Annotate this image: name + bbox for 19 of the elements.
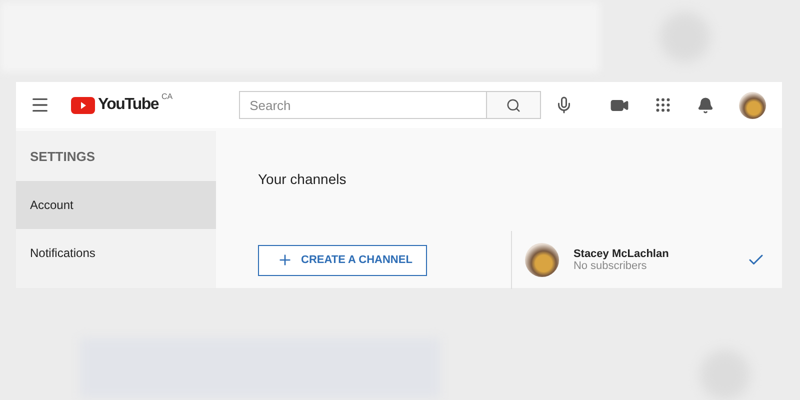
subscriber-count: No subscribers <box>573 260 648 272</box>
channel-name: Stacey McLachlan <box>573 248 670 260</box>
search-button[interactable] <box>486 91 541 119</box>
sidebar-title: SETTINGS <box>29 148 96 166</box>
logo-text: YouTube <box>98 96 158 114</box>
grid-icon[interactable] <box>654 96 672 114</box>
plus-icon <box>277 252 293 268</box>
search-icon <box>506 98 522 112</box>
section-heading: Your channels <box>258 171 348 187</box>
sidebar-item[interactable]: Account <box>16 181 216 229</box>
avatar[interactable] <box>739 92 766 118</box>
bell-icon[interactable] <box>697 96 714 114</box>
sidebar-item[interactable]: Notifications <box>16 229 216 277</box>
region-label: CA <box>161 92 173 101</box>
create-channel-button[interactable]: CREATE A CHANNEL <box>258 244 428 276</box>
play-logo-icon <box>71 96 95 114</box>
search-field[interactable]: Search <box>238 91 486 119</box>
microphone-icon[interactable] <box>555 96 573 114</box>
avatar <box>525 243 560 277</box>
